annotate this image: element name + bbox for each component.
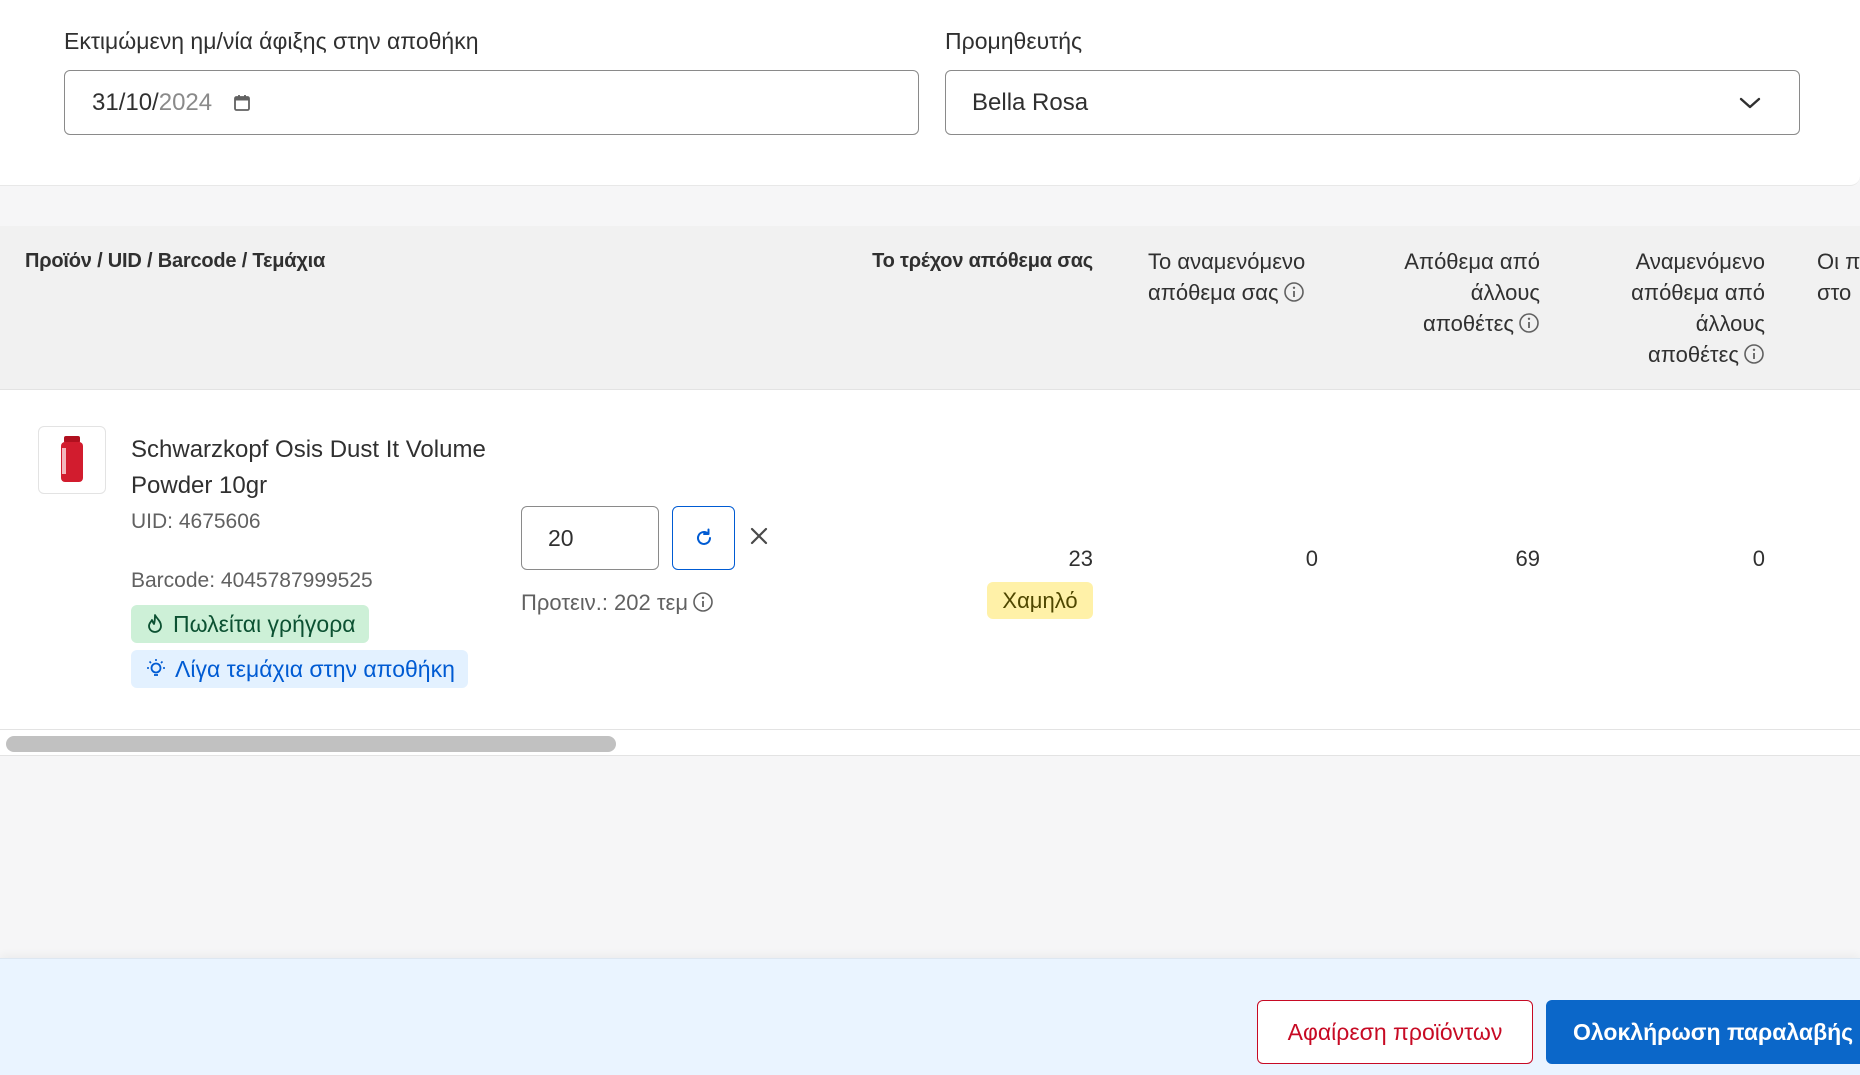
refresh-icon bbox=[696, 528, 711, 545]
other-stock-value: 69 bbox=[1515, 546, 1540, 571]
arrival-date-input[interactable]: 31/10/2024 bbox=[64, 70, 919, 135]
low-warehouse-label: Λίγα τεμάχια στην αποθήκη bbox=[175, 655, 455, 682]
header-other-expected-line1: Αναμενόμενο bbox=[1635, 249, 1765, 274]
header-truncated-line1: Οι π bbox=[1817, 249, 1860, 274]
suggested-quantity: Προτειν.: 202 τεμ bbox=[521, 590, 714, 616]
action-footer: Αφαίρεση προϊόντων Ολοκλήρωση παραλαβής bbox=[0, 958, 1860, 1075]
header-other-expected: Αναμενόμενο απόθεμα από άλλους αποθέτες bbox=[1545, 246, 1765, 370]
supplier-label: Προμηθευτής bbox=[945, 28, 1083, 54]
header-other-stock-line1: Απόθεμα από bbox=[1404, 249, 1540, 274]
info-icon[interactable] bbox=[1518, 311, 1540, 333]
header-other-expected-line4: αποθέτες bbox=[1648, 342, 1739, 367]
scrollbar-thumb[interactable] bbox=[6, 736, 616, 752]
chevron-down-icon bbox=[1739, 89, 1761, 117]
supplier-select[interactable]: Bella Rosa bbox=[945, 70, 1800, 135]
other-expected-value: 0 bbox=[1752, 546, 1765, 571]
flame-icon bbox=[148, 614, 162, 633]
expected-stock-value: 0 bbox=[1305, 546, 1318, 571]
lightbulb-icon bbox=[147, 659, 165, 676]
fast-selling-label: Πωλείται γρήγορα bbox=[173, 610, 356, 637]
header-other-stock-line3: αποθέτες bbox=[1423, 311, 1514, 336]
header-truncated-line2: στο bbox=[1817, 280, 1852, 305]
remove-products-button[interactable]: Αφαίρεση προϊόντων bbox=[1257, 1000, 1533, 1064]
table-header: Προϊόν / UID / Barcode / Τεμάχια Το τρέχ… bbox=[0, 226, 1860, 390]
arrival-date-label: Εκτιμώμενη ημ/νία άφιξης στην αποθήκη bbox=[64, 28, 479, 54]
product-thumbnail bbox=[38, 426, 106, 494]
quantity-input[interactable]: 20 bbox=[521, 506, 659, 570]
table-row: Schwarzkopf Osis Dust It Volume Powder 1… bbox=[0, 390, 1860, 730]
header-truncated-column: Οι π στο bbox=[1817, 246, 1860, 308]
info-icon[interactable] bbox=[1743, 342, 1765, 364]
suggested-quantity-text: Προτειν.: 202 τεμ bbox=[521, 590, 689, 615]
info-icon[interactable] bbox=[1283, 280, 1305, 302]
refresh-quantity-button[interactable] bbox=[672, 506, 735, 570]
low-warehouse-badge: Λίγα τεμάχια στην αποθήκη bbox=[131, 650, 468, 688]
arrival-date-day-month: 31/10/ bbox=[92, 88, 159, 116]
header-other-stock: Απόθεμα από άλλους αποθέτες bbox=[1320, 246, 1540, 339]
header-other-stock-line2: άλλους bbox=[1470, 280, 1540, 305]
arrival-date-year: 2024 bbox=[158, 88, 213, 116]
delivery-details-card: Εκτιμώμενη ημ/νία άφιξης στην αποθήκη 31… bbox=[0, 0, 1860, 186]
header-product: Προϊόν / UID / Barcode / Τεμάχια bbox=[25, 250, 326, 272]
header-other-expected-line2: απόθεμα από bbox=[1631, 280, 1765, 305]
close-icon[interactable] bbox=[745, 522, 773, 550]
complete-receipt-button[interactable]: Ολοκλήρωση παραλαβής bbox=[1546, 1000, 1860, 1064]
info-icon[interactable] bbox=[692, 591, 714, 613]
header-expected-stock-line2: απόθεμα σας bbox=[1148, 280, 1279, 305]
header-current-stock: Το τρέχον απόθεμα σας bbox=[872, 250, 1093, 272]
product-name: Schwarzkopf Osis Dust It Volume Powder 1… bbox=[131, 436, 486, 499]
calendar-icon[interactable] bbox=[232, 93, 252, 113]
product-uid: UID: 4675606 bbox=[131, 510, 261, 533]
product-barcode: Barcode: 4045787999525 bbox=[131, 569, 373, 592]
stock-level-badge: Χαμηλό bbox=[987, 582, 1093, 619]
horizontal-scrollbar[interactable] bbox=[0, 730, 1860, 756]
fast-selling-badge: Πωλείται γρήγορα bbox=[131, 605, 369, 643]
supplier-selected-value: Bella Rosa bbox=[972, 88, 1089, 116]
current-stock-value: 23 bbox=[1068, 546, 1093, 571]
header-other-expected-line3: άλλους bbox=[1695, 311, 1765, 336]
products-table: Προϊόν / UID / Barcode / Τεμάχια Το τρέχ… bbox=[0, 226, 1860, 756]
